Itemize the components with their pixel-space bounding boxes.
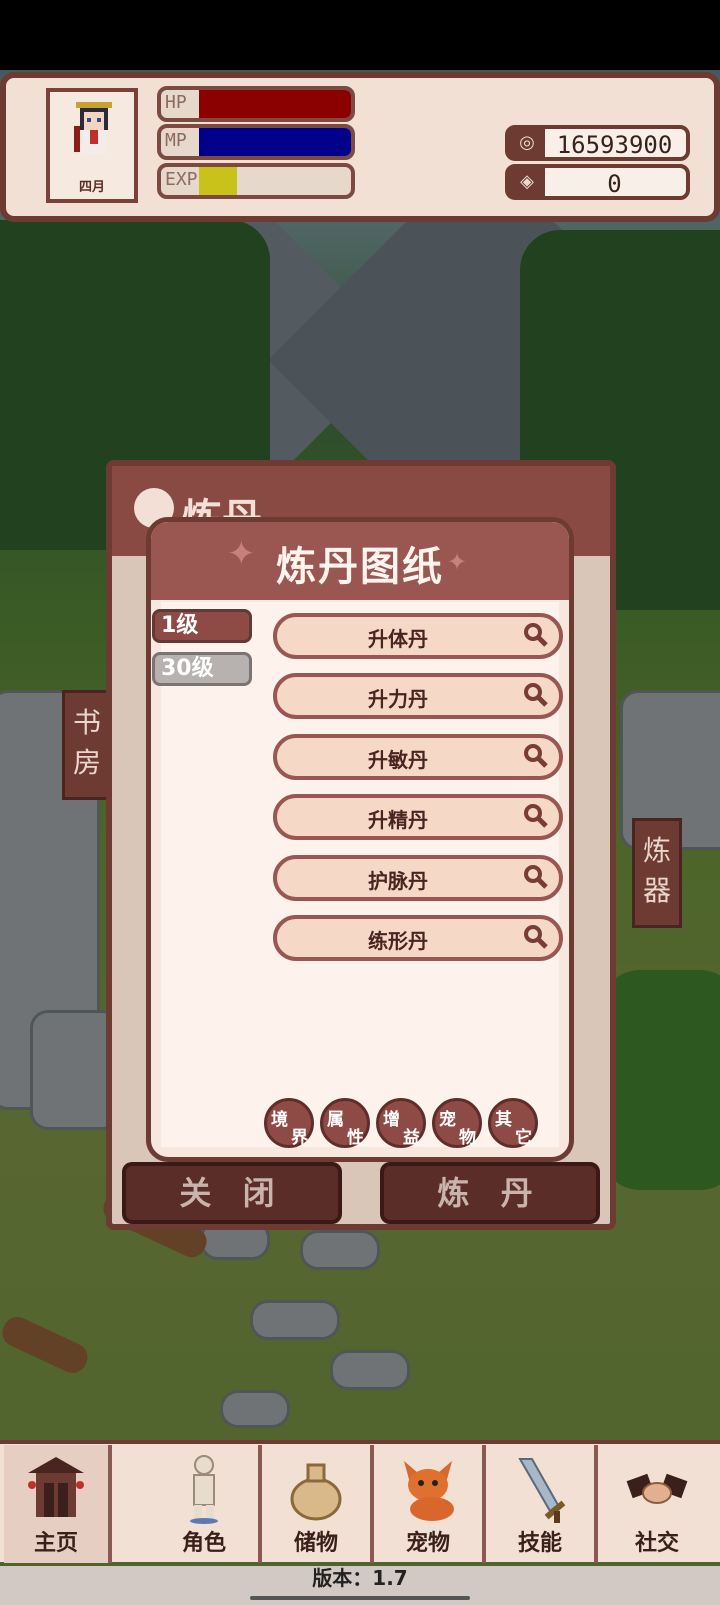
- level-tab-1[interactable]: 1级: [152, 609, 252, 643]
- mp-label: MP: [165, 130, 187, 151]
- recipe-item[interactable]: 升体丹: [273, 613, 563, 659]
- nav-label: 宠物: [405, 1531, 450, 1556]
- exp-fill: [199, 167, 237, 195]
- recipe-name: 练形丹: [368, 929, 428, 953]
- category-char: 性: [347, 1128, 364, 1148]
- player-portrait-icon: [74, 102, 112, 154]
- category-other-button[interactable]: 其 它: [488, 1098, 538, 1148]
- mp-bar: MP: [157, 124, 355, 160]
- gate-icon: [28, 1457, 84, 1517]
- crystal-value: 0: [607, 170, 622, 198]
- refine-button[interactable]: 炼 丹: [380, 1162, 600, 1224]
- handshake-icon: [626, 1473, 688, 1504]
- category-char: 境: [271, 1110, 288, 1130]
- category-realm-button[interactable]: 境 界: [264, 1098, 314, 1148]
- recipe-name: 升体丹: [368, 627, 428, 651]
- recipe-name: 升力丹: [368, 687, 428, 711]
- category-char: 宠: [439, 1110, 456, 1130]
- nav-home[interactable]: 主页: [4, 1445, 112, 1563]
- player-name: 四月: [78, 180, 105, 195]
- exp-label: EXP: [165, 169, 198, 190]
- category-attribute-button[interactable]: 属 性: [320, 1098, 370, 1148]
- sword-icon: [518, 1458, 566, 1523]
- mp-fill: [199, 128, 351, 156]
- study-sign-label: 书 房: [72, 706, 101, 779]
- recipe-dialog-header: ✦ ✦ 炼丹图纸: [151, 522, 569, 600]
- coin-counter: ◎ 16593900: [505, 125, 690, 161]
- category-char: 物: [459, 1128, 476, 1148]
- nav-label: 社交: [634, 1531, 679, 1556]
- search-icon[interactable]: [523, 622, 549, 648]
- category-char: 益: [403, 1128, 420, 1148]
- level-tab-label: 30级: [161, 656, 214, 681]
- home-indicator[interactable]: [250, 1596, 470, 1600]
- recipe-name: 护脉丹: [368, 869, 428, 893]
- bag-icon: [290, 1463, 342, 1521]
- category-char: 属: [327, 1110, 344, 1130]
- recipe-item[interactable]: 升精丹: [273, 794, 563, 840]
- search-icon[interactable]: [523, 864, 549, 890]
- recipe-name: 升敏丹: [368, 748, 428, 772]
- recipe-name: 升精丹: [368, 808, 428, 832]
- recipe-item[interactable]: 升敏丹: [273, 734, 563, 780]
- recipe-dialog-title: 炼丹图纸: [276, 544, 444, 590]
- category-char: 它: [515, 1128, 532, 1148]
- nav-storage[interactable]: 储物: [262, 1445, 374, 1563]
- search-icon[interactable]: [523, 743, 549, 769]
- nav-pet[interactable]: 宠物: [374, 1445, 486, 1563]
- forge-building-sign[interactable]: 炼 器: [632, 818, 682, 928]
- nav-label: 角色: [181, 1531, 226, 1556]
- fox-icon: [404, 1461, 454, 1521]
- recipe-item[interactable]: 练形丹: [273, 915, 563, 961]
- category-pet-button[interactable]: 宠 物: [432, 1098, 482, 1148]
- recipe-item[interactable]: 升力丹: [273, 673, 563, 719]
- exp-bar: EXP: [157, 163, 355, 199]
- hp-fill: [199, 90, 351, 118]
- level-tab-label: 1级: [161, 613, 199, 638]
- study-building-sign[interactable]: 书 房: [62, 690, 112, 800]
- nav-label: 主页: [33, 1531, 78, 1556]
- nav-skills[interactable]: 技能: [486, 1445, 598, 1563]
- level-tab-30[interactable]: 30级: [152, 652, 252, 686]
- character-icon: [190, 1455, 218, 1524]
- nav-label: 储物: [293, 1531, 338, 1556]
- search-icon[interactable]: [523, 924, 549, 950]
- hp-bar: HP: [157, 86, 355, 122]
- hp-label: HP: [165, 92, 187, 113]
- close-button[interactable]: 关 闭: [122, 1162, 342, 1224]
- category-buff-button[interactable]: 增 益: [376, 1098, 426, 1148]
- category-char: 其: [495, 1110, 512, 1130]
- player-avatar[interactable]: 四月: [46, 88, 138, 203]
- coin-icon: ◎: [509, 129, 545, 157]
- nav-character[interactable]: 角色: [150, 1445, 262, 1563]
- forge-sign-label: 炼 器: [642, 834, 671, 907]
- crystal-icon: ◈: [509, 168, 545, 196]
- recipe-item[interactable]: 护脉丹: [273, 855, 563, 901]
- search-icon[interactable]: [523, 803, 549, 829]
- search-icon[interactable]: [523, 682, 549, 708]
- nav-social[interactable]: 社交: [598, 1445, 716, 1563]
- category-char: 增: [383, 1110, 400, 1130]
- crystal-counter: ◈ 0: [505, 164, 690, 200]
- coin-value: 16593900: [556, 131, 673, 159]
- category-char: 界: [291, 1128, 308, 1148]
- nav-label: 技能: [517, 1531, 562, 1556]
